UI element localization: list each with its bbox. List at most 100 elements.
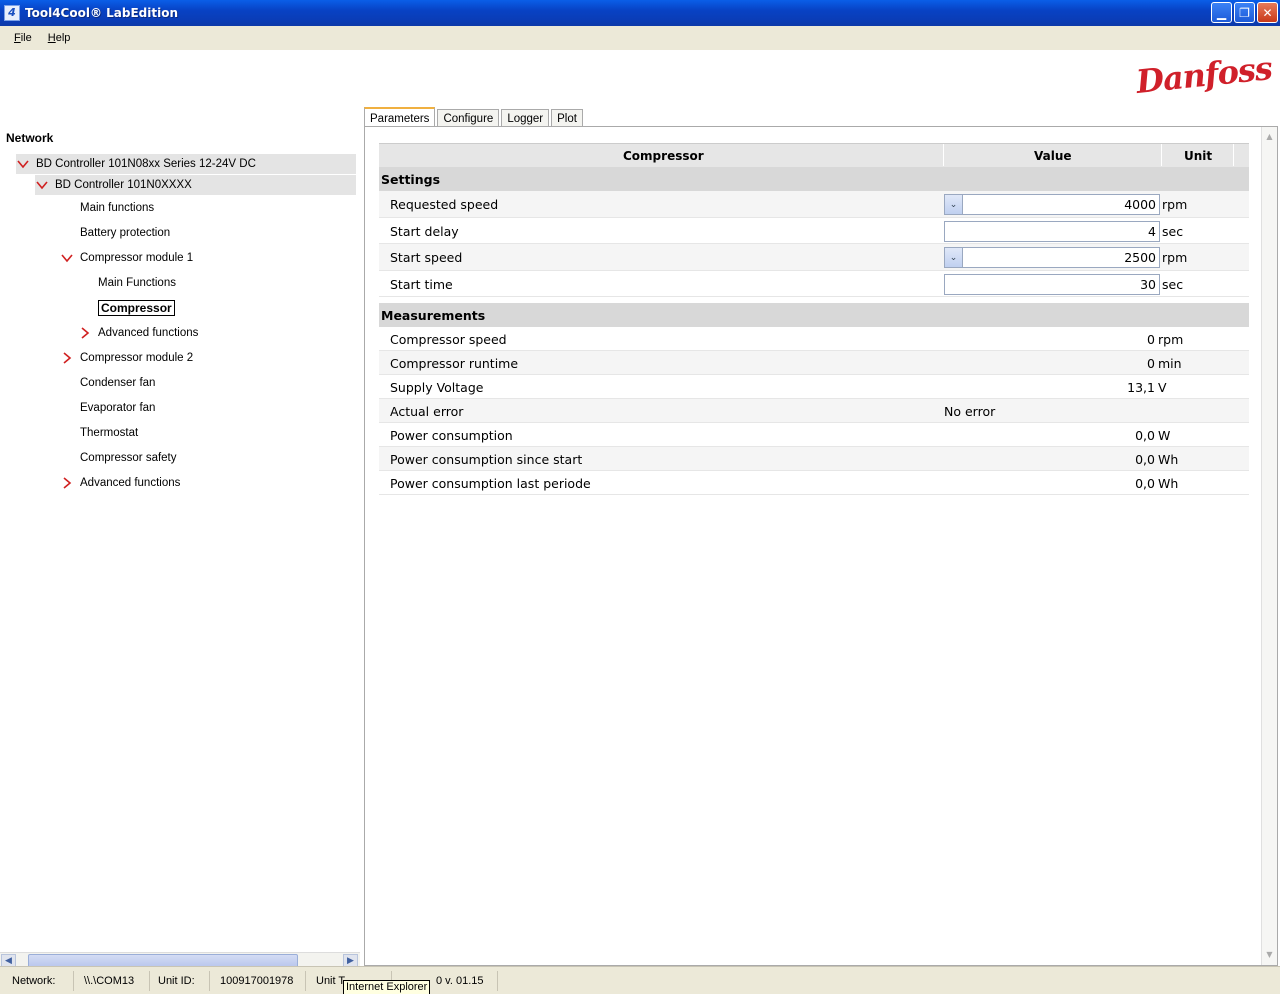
tree-item-label: Battery protection — [80, 227, 171, 239]
scroll-down-icon[interactable]: ▼ — [1262, 947, 1277, 961]
tree-item[interactable]: Evaporator fan — [60, 398, 155, 418]
parameters-panel: Compressor Value Unit Settings Requested… — [364, 126, 1278, 966]
section-measurements: Measurements — [379, 303, 1249, 327]
measurement-row: Power consumption since start 0,0 Wh — [379, 447, 1249, 471]
tree-item-label: BD Controller 101N08xx Series 12-24V DC — [36, 158, 256, 170]
setting-row: Start delay 4 sec — [379, 218, 1249, 244]
measurement-unit: W — [1158, 428, 1171, 443]
status-bar: Network: \\.\COM13 Unit ID: 100917001978… — [0, 966, 1280, 994]
restore-button[interactable]: ❐ — [1234, 2, 1255, 23]
header-value: Value — [1034, 149, 1072, 163]
scroll-up-icon[interactable]: ▲ — [1262, 129, 1277, 143]
tree-item[interactable]: Main Functions — [78, 273, 176, 293]
chevron-down-icon[interactable]: ⌄ — [945, 248, 963, 267]
setting-unit: rpm — [1162, 197, 1188, 212]
header-unit: Unit — [1184, 149, 1213, 163]
setting-label: Start time — [390, 276, 453, 292]
measurement-unit: min — [1158, 356, 1182, 371]
minimize-icon: ▁ — [1216, 5, 1227, 20]
measurement-row: Supply Voltage 13,1 V — [379, 375, 1249, 399]
chevron-right-icon[interactable] — [60, 351, 74, 365]
tree-item[interactable]: Thermostat — [60, 423, 138, 443]
setting-unit: sec — [1162, 276, 1184, 292]
menu-bar: File Help — [0, 26, 1280, 50]
menu-help[interactable]: Help — [40, 32, 79, 44]
setting-unit: rpm — [1162, 250, 1188, 265]
setting-value: 30 — [1140, 276, 1156, 292]
section-settings: Settings — [379, 167, 1249, 191]
measurement-label: Compressor speed — [390, 332, 507, 347]
measurement-unit: Wh — [1158, 452, 1179, 467]
setting-value-input[interactable]: ⌄ 2500 — [944, 247, 1160, 268]
measurement-label: Compressor runtime — [390, 356, 519, 371]
measurement-value: 0,0 — [1135, 452, 1155, 467]
status-unit-type-value: 0 v. 01.15 — [432, 971, 498, 991]
tree-item-label: Advanced functions — [98, 327, 199, 339]
setting-value-input[interactable]: 30 — [944, 273, 1160, 295]
status-network-label: Network: — [8, 971, 74, 991]
setting-value: 4000 — [1124, 197, 1156, 212]
status-unit-id-value: 100917001978 — [216, 971, 306, 991]
tree-item[interactable]: Compressor module 1 — [60, 248, 193, 268]
measurement-label: Supply Voltage — [390, 380, 484, 395]
close-icon: ✕ — [1262, 5, 1273, 20]
tree-item[interactable]: Condenser fan — [60, 373, 155, 393]
main-area: Danfoss Network BD Controller 101N08xx S… — [0, 49, 1280, 968]
setting-unit: sec — [1162, 223, 1184, 239]
setting-value-input[interactable]: 4 — [944, 220, 1160, 242]
tree-item[interactable]: Advanced functions — [78, 323, 198, 343]
tree-item-label: Advanced functions — [80, 477, 181, 489]
tree-item[interactable]: Compressor safety — [60, 448, 177, 468]
tree-item[interactable]: BD Controller 101N0XXXX — [35, 175, 356, 195]
measurement-unit: rpm — [1158, 332, 1184, 347]
grid-header: Compressor Value Unit — [379, 143, 1249, 167]
setting-value-input[interactable]: ⌄ 4000 — [944, 194, 1160, 215]
tree-item[interactable]: Compressor — [78, 298, 175, 318]
setting-row: Start speed ⌄ 2500 rpm — [379, 244, 1249, 271]
tree-item[interactable]: Compressor module 2 — [60, 348, 193, 368]
measurement-row: Power consumption 0,0 W — [379, 423, 1249, 447]
tree-item-label: Compressor — [98, 300, 175, 316]
measurement-value: 0 — [1147, 332, 1155, 347]
tree-item-label: BD Controller 101N0XXXX — [55, 179, 192, 191]
app-icon[interactable]: 4 — [4, 5, 20, 21]
tree-item[interactable]: BD Controller 101N08xx Series 12-24V DC — [16, 154, 356, 174]
setting-label: Start delay — [390, 223, 459, 239]
measurement-rows: Compressor speed 0 rpm Compressor runtime 0 m… — [379, 327, 1249, 495]
tree-item-label: Compressor module 2 — [80, 352, 194, 364]
chevron-down-icon[interactable] — [60, 251, 74, 265]
tree-item[interactable]: Advanced functions — [60, 473, 180, 493]
measurement-text: No error — [944, 404, 996, 419]
panel-vertical-scrollbar[interactable]: ▲ ▼ — [1261, 127, 1277, 965]
setting-label: Start speed — [390, 250, 463, 265]
tree-item[interactable]: Main functions — [60, 198, 154, 218]
setting-value: 2500 — [1124, 250, 1156, 265]
chevron-down-icon[interactable]: ⌄ — [945, 195, 963, 214]
measurement-value: 0,0 — [1135, 428, 1155, 443]
settings-rows: Requested speed ⌄ 4000 rpm Start delay 4 sec St… — [379, 191, 1249, 297]
tree-item-label: Compressor safety — [80, 452, 177, 464]
close-button[interactable]: ✕ — [1257, 2, 1278, 23]
menu-file[interactable]: File — [6, 32, 40, 44]
chevron-down-icon[interactable] — [16, 157, 30, 171]
tree-item-label: Main functions — [80, 202, 155, 214]
tree-item[interactable]: Battery protection — [60, 223, 170, 243]
measurement-value: 13,1 — [1127, 380, 1155, 395]
chevron-right-icon[interactable] — [78, 326, 92, 340]
minimize-button[interactable]: ▁ — [1211, 2, 1232, 23]
setting-row: Requested speed ⌄ 4000 rpm — [379, 191, 1249, 218]
measurement-row: Actual error No error — [379, 399, 1249, 423]
header-compressor: Compressor — [623, 149, 704, 163]
chevron-down-icon[interactable] — [35, 178, 49, 192]
tree-item-label: Compressor module 1 — [80, 252, 194, 264]
measurement-row: Power consumption last periode 0,0 Wh — [379, 471, 1249, 495]
restore-icon: ❐ — [1239, 5, 1250, 20]
chevron-right-icon[interactable] — [60, 476, 74, 490]
